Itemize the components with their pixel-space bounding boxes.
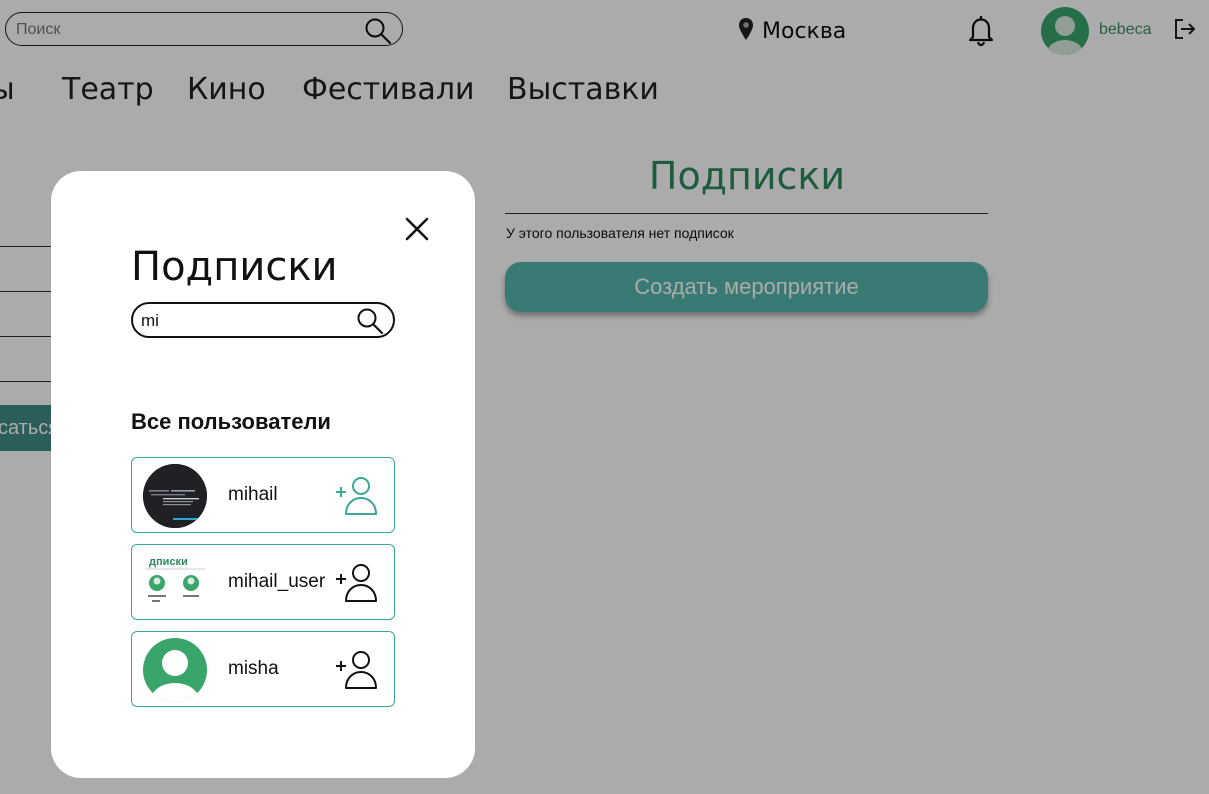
modal-search-input[interactable] — [139, 310, 353, 332]
modal-title: Подписки — [131, 244, 338, 290]
add-user-icon[interactable] — [334, 472, 382, 520]
user-card[interactable]: misha — [131, 631, 395, 707]
add-user-icon[interactable] — [334, 646, 382, 694]
user-avatar — [143, 464, 207, 528]
subscriptions-modal: Подписки Все пользователи mihail — [51, 171, 475, 778]
add-user-icon[interactable] — [334, 559, 382, 607]
user-avatar — [143, 638, 207, 702]
user-avatar: дписки — [143, 551, 207, 615]
user-name: mihail — [228, 484, 278, 505]
all-users-heading: Все пользователи — [131, 409, 331, 434]
close-icon[interactable] — [403, 215, 431, 243]
user-card[interactable]: дписки mihail_user — [131, 544, 395, 620]
thumbnail-text: дписки — [149, 556, 188, 568]
user-name: misha — [228, 658, 279, 679]
user-card[interactable]: mihail — [131, 457, 395, 533]
search-icon[interactable] — [355, 306, 385, 341]
user-name: mihail_user — [228, 571, 326, 592]
modal-search[interactable] — [131, 302, 395, 338]
